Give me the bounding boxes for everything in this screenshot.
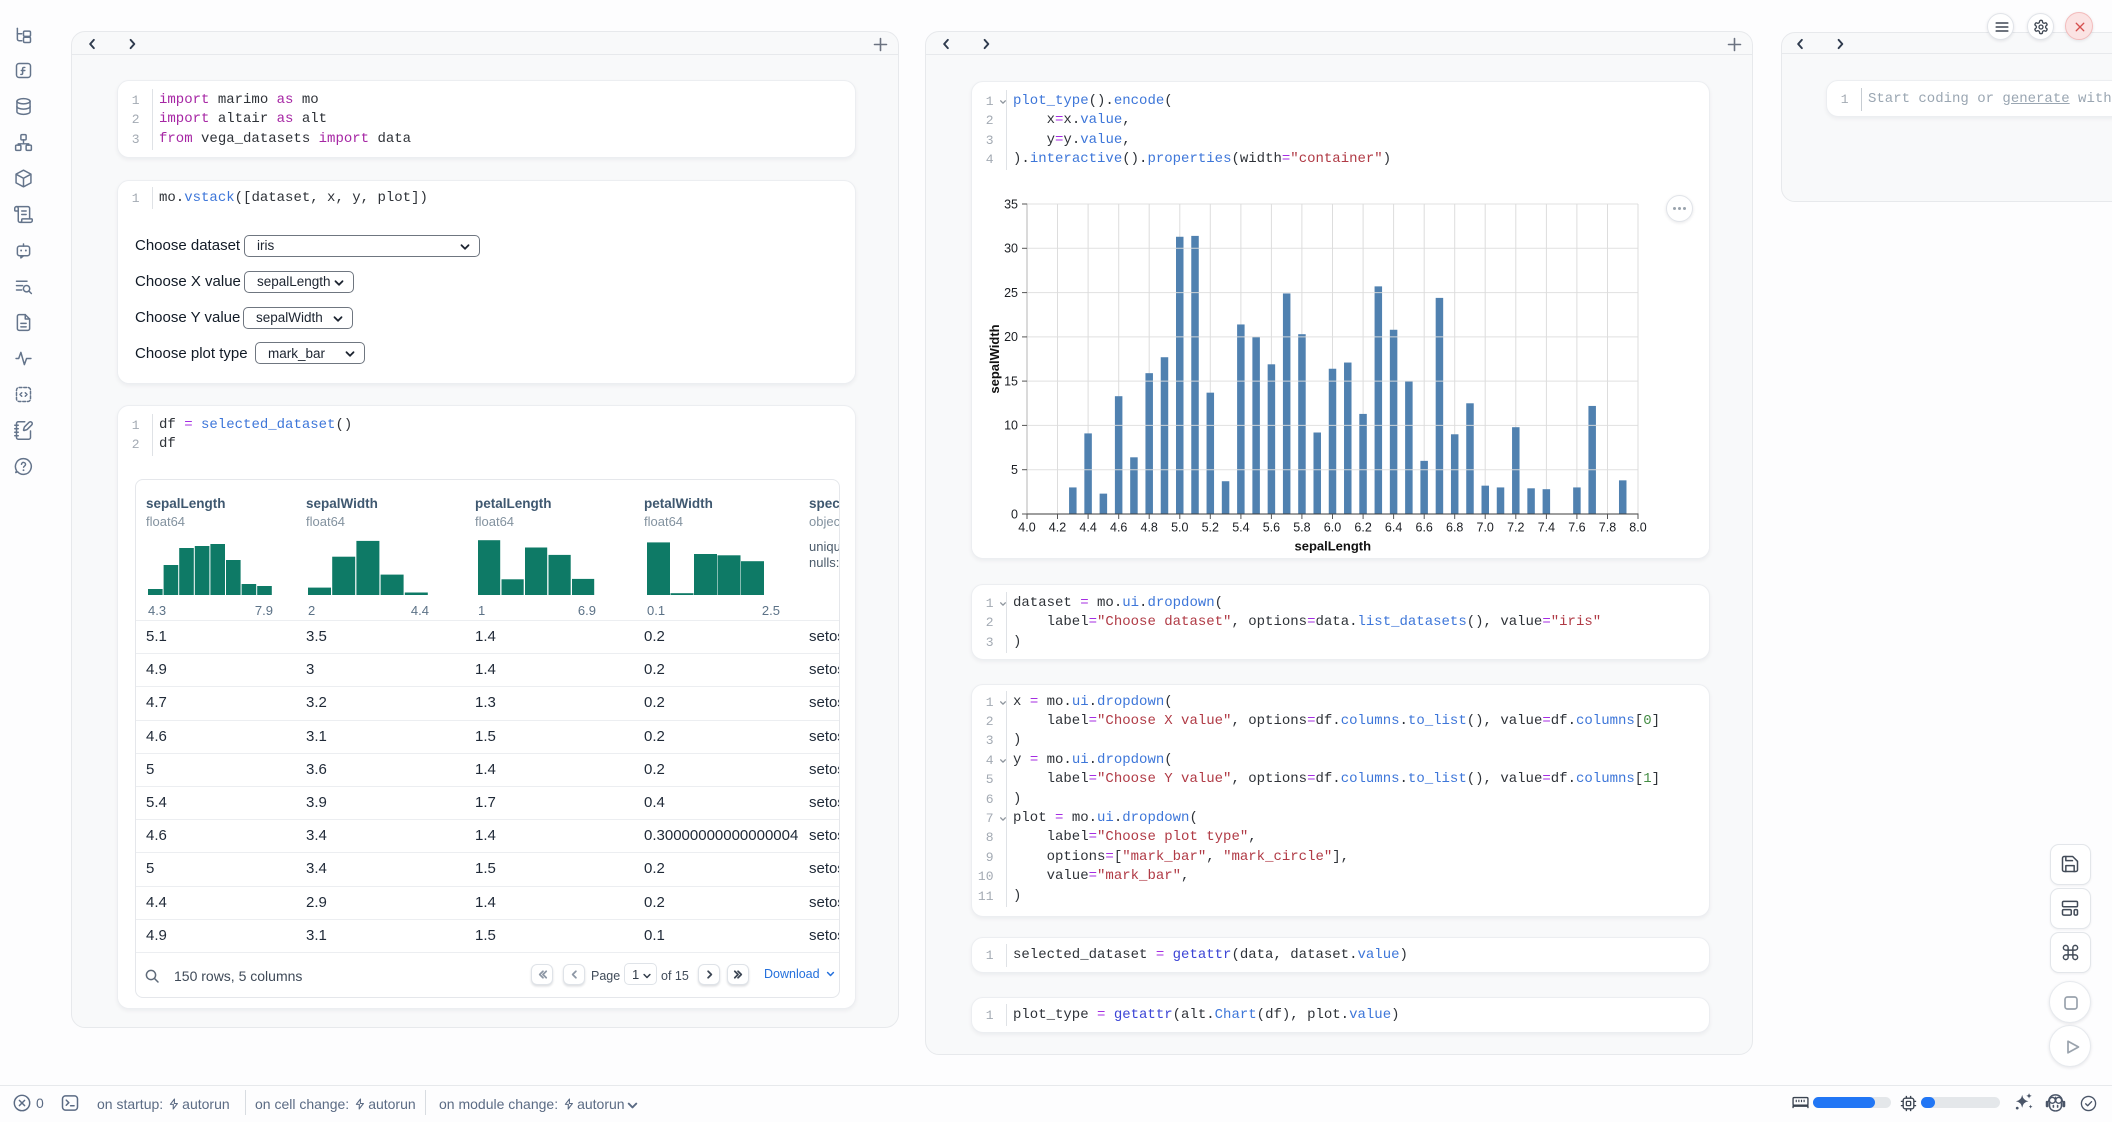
svg-text:6.2: 6.2 [1354,521,1371,535]
svg-text:15: 15 [1004,374,1018,388]
svg-text:4.8: 4.8 [1141,521,1158,535]
svg-text:6.6: 6.6 [1416,521,1433,535]
svg-text:20: 20 [1004,330,1018,344]
svg-text:35: 35 [1004,197,1018,211]
svg-text:6.8: 6.8 [1446,521,1463,535]
svg-text:5.8: 5.8 [1293,521,1310,535]
svg-text:8.0: 8.0 [1629,521,1646,535]
svg-text:5.0: 5.0 [1171,521,1188,535]
svg-text:4.4: 4.4 [1079,521,1096,535]
svg-text:5.4: 5.4 [1232,521,1249,535]
svg-text:30: 30 [1004,242,1018,256]
svg-text:4.6: 4.6 [1110,521,1127,535]
svg-text:10: 10 [1004,419,1018,433]
svg-text:7.2: 7.2 [1507,521,1524,535]
svg-text:7.6: 7.6 [1568,521,1585,535]
svg-text:5.6: 5.6 [1263,521,1280,535]
svg-text:4.0: 4.0 [1018,521,1035,535]
svg-text:7.0: 7.0 [1477,521,1494,535]
svg-text:25: 25 [1004,286,1018,300]
svg-text:sepalWidth: sepalWidth [987,324,1002,393]
svg-text:4.2: 4.2 [1049,521,1066,535]
svg-text:0: 0 [1011,507,1018,521]
svg-text:6.0: 6.0 [1324,521,1341,535]
svg-text:7.8: 7.8 [1599,521,1616,535]
svg-text:5: 5 [1011,463,1018,477]
svg-text:5.2: 5.2 [1202,521,1219,535]
svg-text:7.4: 7.4 [1538,521,1555,535]
svg-text:sepalLength: sepalLength [1295,539,1372,554]
svg-text:6.4: 6.4 [1385,521,1402,535]
